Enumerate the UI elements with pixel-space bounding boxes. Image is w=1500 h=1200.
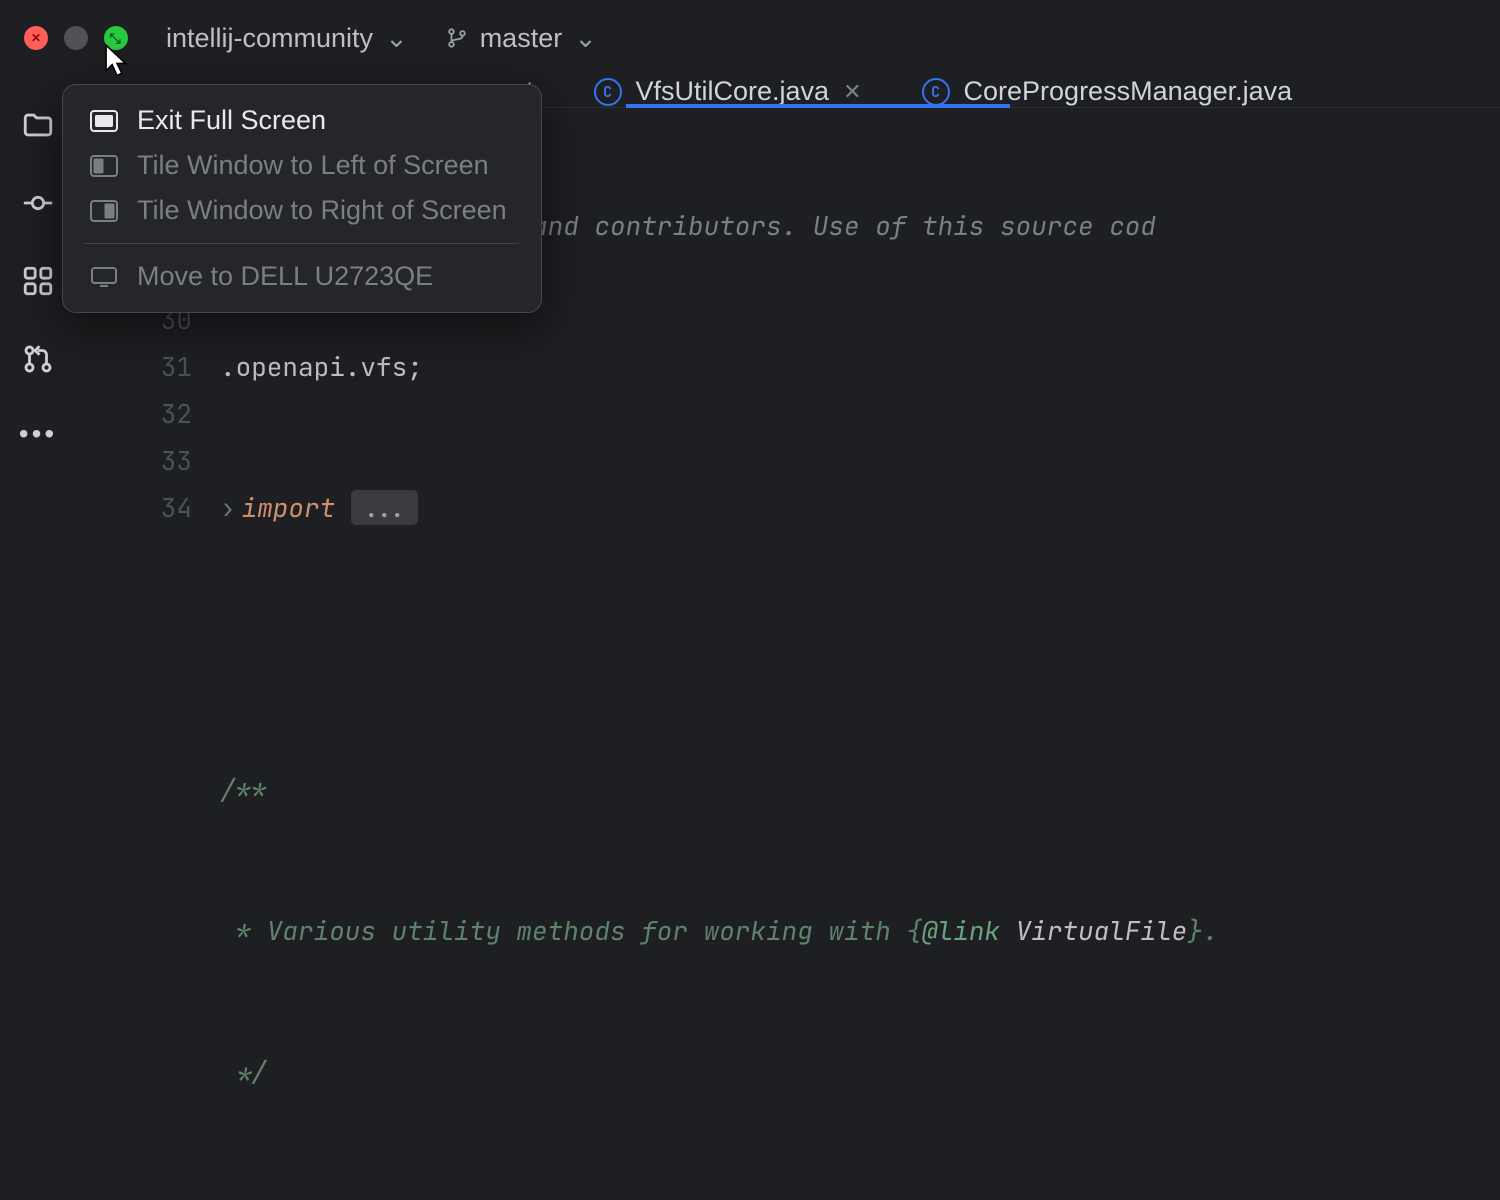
- menu-item-exit-fullscreen[interactable]: Exit Full Screen: [63, 98, 541, 143]
- folded-region[interactable]: ...: [351, 490, 418, 525]
- tile-right-icon: [89, 199, 119, 223]
- close-tab-icon[interactable]: ✕: [843, 79, 861, 105]
- fullscreen-window-button[interactable]: [104, 26, 128, 50]
- structure-tool-icon[interactable]: [19, 262, 57, 300]
- fold-arrow-icon[interactable]: ›: [220, 490, 242, 525]
- minimize-window-button[interactable]: [64, 26, 88, 50]
- line-number: 33: [76, 437, 192, 484]
- menu-item-label: Tile Window to Right of Screen: [137, 195, 507, 226]
- javadoc-link: VirtualFile: [1000, 913, 1187, 948]
- tab-label: VfsUtilCore.java: [636, 76, 830, 107]
- menu-item-label: Move to DELL U2723QE: [137, 261, 433, 292]
- pull-requests-tool-icon[interactable]: [19, 340, 57, 378]
- project-name: intellij-community: [166, 23, 373, 54]
- menu-item-move-display: Move to DELL U2723QE: [63, 254, 541, 299]
- line-number: 34: [76, 484, 192, 531]
- code-text: {: [594, 1195, 625, 1200]
- branch-icon: [446, 27, 468, 49]
- chevron-down-icon: ⌄: [574, 23, 597, 54]
- code-keyword: public: [220, 1195, 314, 1200]
- close-window-button[interactable]: [24, 26, 48, 50]
- project-selector[interactable]: intellij-community ⌄: [166, 23, 408, 54]
- javadoc: * Various utility methods for working wi…: [220, 913, 922, 948]
- menu-separator: [85, 243, 519, 244]
- code-keyword: class: [329, 1195, 407, 1200]
- java-class-icon: C: [594, 78, 622, 106]
- chevron-down-icon: ⌄: [385, 23, 408, 54]
- javadoc: /**: [220, 772, 267, 807]
- javadoc: }.: [1187, 913, 1218, 948]
- menu-item-tile-left: Tile Window to Left of Screen: [63, 143, 541, 188]
- javadoc: */: [220, 1054, 267, 1089]
- menu-item-label: Tile Window to Left of Screen: [137, 150, 489, 181]
- window-menu-popup: Exit Full Screen Tile Window to Left of …: [62, 84, 542, 313]
- editor-tab-active[interactable]: C VfsUtilCore.java ✕: [594, 76, 862, 107]
- active-tab-underline: [626, 104, 1010, 108]
- tile-left-icon: [89, 154, 119, 178]
- editor-tab[interactable]: C CoreProgressManager.java: [922, 76, 1293, 107]
- branch-selector[interactable]: master ⌄: [446, 23, 597, 54]
- branch-name: master: [480, 23, 563, 54]
- menu-item-label: Exit Full Screen: [137, 105, 326, 136]
- more-tools-icon[interactable]: •••: [19, 418, 57, 450]
- java-class-icon: C: [922, 78, 950, 106]
- code-type: VfsUtilCore: [423, 1195, 595, 1200]
- javadoc-tag: @link: [922, 913, 1000, 948]
- project-tool-icon[interactable]: [19, 106, 57, 144]
- commit-tool-icon[interactable]: [19, 184, 57, 222]
- code-keyword: import: [242, 490, 336, 525]
- tab-label: CoreProgressManager.java: [964, 76, 1293, 107]
- display-icon: [89, 265, 119, 289]
- traffic-lights: [24, 26, 128, 50]
- code-text: .openapi.vfs;: [220, 349, 423, 384]
- exit-fullscreen-icon: [89, 109, 119, 133]
- menu-item-tile-right: Tile Window to Right of Screen: [63, 188, 541, 233]
- line-number: 32: [76, 390, 192, 437]
- titlebar: intellij-community ⌄ master ⌄: [0, 0, 1500, 76]
- line-number: 31: [76, 343, 192, 390]
